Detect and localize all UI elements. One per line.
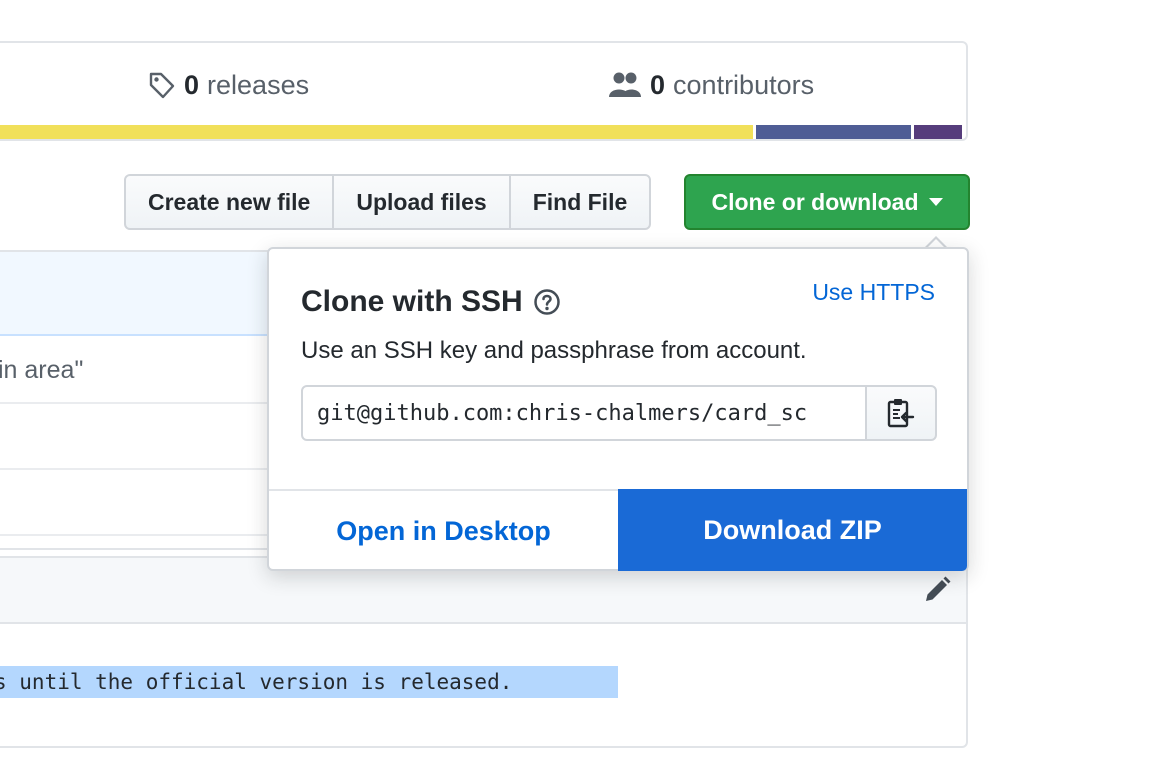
contributors-label: contributors: [673, 69, 815, 100]
copy-url-button[interactable]: [865, 385, 937, 441]
contributors-count: 0: [650, 69, 666, 100]
language-bar[interactable]: [0, 125, 966, 139]
clone-url-group: [301, 385, 937, 441]
pencil-icon[interactable]: [922, 575, 952, 605]
people-icon: [609, 72, 641, 97]
readme-selected-text: s until the official version is released…: [0, 666, 618, 698]
readme-code-line: s until the official version is released…: [0, 670, 513, 694]
use-https-link[interactable]: Use HTTPS: [812, 279, 935, 306]
commit-message: in area": [0, 355, 84, 384]
help-icon[interactable]: [533, 288, 561, 316]
create-new-file-button[interactable]: Create new file: [124, 174, 335, 230]
open-in-desktop-button[interactable]: Open in Desktop: [269, 491, 618, 571]
clipboard-icon: [887, 399, 915, 428]
releases-label: releases: [207, 69, 310, 100]
clone-or-download-label: Clone or download: [711, 188, 919, 215]
contributors-stat[interactable]: 0 contributors: [608, 67, 814, 103]
clone-url-input[interactable]: [301, 385, 867, 441]
tag-icon: [149, 72, 175, 99]
clone-description: Use an SSH key and passphrase from accou…: [301, 337, 807, 364]
clone-title: Clone with SSH: [301, 285, 561, 319]
file-actions-group: Create new file Upload files Find File: [124, 174, 652, 230]
clone-or-download-button[interactable]: Clone or download: [684, 174, 970, 230]
caret-down-icon: [928, 198, 943, 206]
language-segment[interactable]: [0, 125, 753, 139]
find-file-button[interactable]: Find File: [508, 174, 652, 230]
clone-title-text: Clone with SSH: [301, 285, 523, 318]
clone-dropdown: Clone with SSH Use HTTPS Use an SSH key …: [267, 247, 969, 571]
releases-count: 0: [184, 69, 200, 100]
language-segment[interactable]: [756, 125, 911, 139]
download-zip-button[interactable]: Download ZIP: [618, 489, 967, 571]
language-segment[interactable]: [914, 125, 962, 139]
releases-stat[interactable]: 0 releases: [148, 67, 309, 103]
clone-dropdown-footer: Open in Desktop Download ZIP: [269, 489, 967, 571]
repo-summary: 0 releases 0 contributors: [0, 41, 968, 141]
upload-files-button[interactable]: Upload files: [332, 174, 511, 230]
